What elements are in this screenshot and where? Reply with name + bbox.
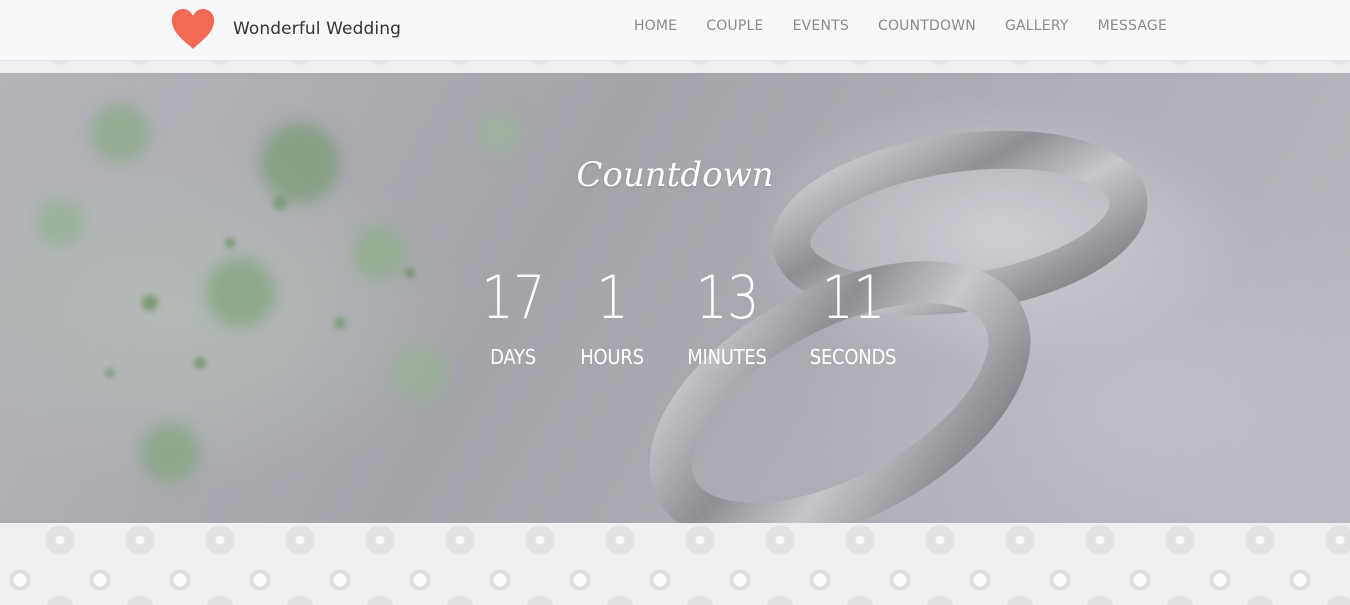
nav-item-couple[interactable]: COUPLE bbox=[706, 18, 763, 34]
nav-item-events[interactable]: EVENTS bbox=[793, 18, 849, 34]
countdown-hours-value: 1 bbox=[596, 263, 628, 333]
nav-item-gallery[interactable]: GALLERY bbox=[1005, 18, 1069, 34]
nav-item-message[interactable]: MESSAGE bbox=[1098, 18, 1167, 34]
countdown-minutes-value: 13 bbox=[695, 263, 759, 333]
nav-item-countdown[interactable]: COUNTDOWN bbox=[878, 18, 976, 34]
countdown-minutes: 13 MINUTES bbox=[662, 263, 792, 369]
countdown-timer: 17 DAYS 1 HOURS 13 MINUTES 11 SECONDS bbox=[0, 263, 1350, 383]
countdown-hero: Countdown 17 DAYS 1 HOURS 13 MINUTES 11 … bbox=[0, 73, 1350, 523]
navbar: Wonderful Wedding HOME COUPLE EVENTS COU… bbox=[0, 0, 1350, 61]
nav-item-home[interactable]: HOME bbox=[634, 18, 677, 34]
brand-name: Wonderful Wedding bbox=[233, 19, 401, 39]
heart-icon bbox=[171, 9, 215, 49]
countdown-hours-label: HOURS bbox=[580, 345, 644, 369]
countdown-hours: 1 HOURS bbox=[547, 263, 677, 369]
countdown-seconds: 11 SECONDS bbox=[788, 263, 918, 369]
page: Wonderful Wedding HOME COUPLE EVENTS COU… bbox=[0, 0, 1350, 605]
countdown-seconds-label: SECONDS bbox=[809, 345, 897, 369]
main-nav: HOME COUPLE EVENTS COUNTDOWN GALLERY MES… bbox=[634, 18, 1167, 34]
countdown-title: Countdown bbox=[576, 155, 774, 195]
countdown-minutes-label: MINUTES bbox=[687, 345, 767, 369]
countdown-seconds-value: 11 bbox=[821, 263, 885, 333]
brand[interactable]: Wonderful Wedding bbox=[170, 7, 401, 51]
